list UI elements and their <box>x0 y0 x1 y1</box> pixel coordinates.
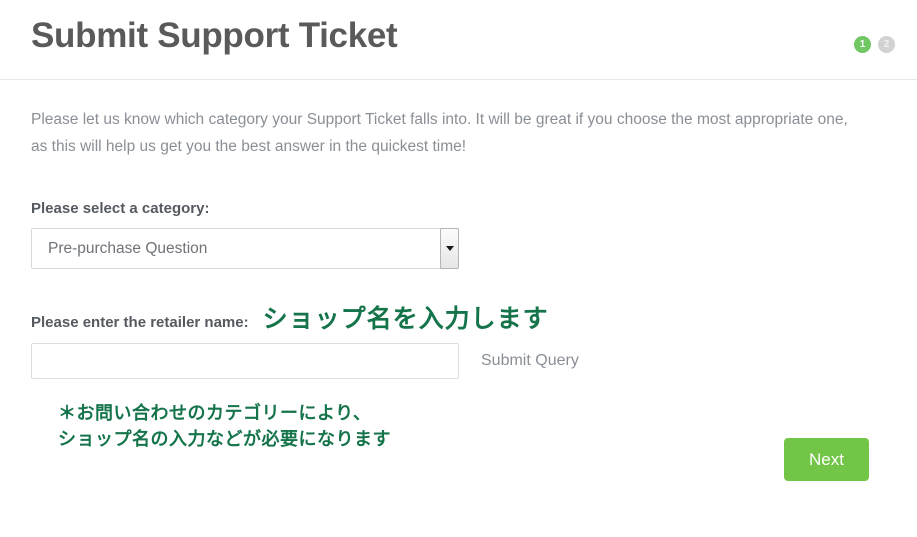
bottom-area: ＊お問い合わせのカテゴリーにより、 ショップ名の入力などが必要になります Nex… <box>31 401 886 481</box>
caret-glyph <box>445 246 454 251</box>
retailer-annotation: ショップ名を入力します <box>262 304 549 333</box>
retailer-label-row: Please enter the retailer name: ショップ名を入力… <box>31 306 886 331</box>
form-content: Please let us know which category your S… <box>0 80 917 481</box>
retailer-name-input[interactable] <box>31 343 459 379</box>
step-indicator-2[interactable]: 2 <box>878 36 895 53</box>
next-button[interactable]: Next <box>784 438 869 481</box>
retailer-label: Please enter the retailer name: <box>31 314 249 331</box>
step-indicator: 1 2 <box>854 36 895 53</box>
page-header: Submit Support Ticket 1 2 <box>0 0 917 80</box>
japanese-note: ＊お問い合わせのカテゴリーにより、 ショップ名の入力などが必要になります <box>58 401 391 453</box>
category-select-value: Pre-purchase Question <box>48 239 208 257</box>
category-select[interactable]: Pre-purchase Question <box>31 228 459 269</box>
japanese-note-line-2: ショップ名の入力などが必要になります <box>58 429 391 450</box>
japanese-note-line-1: ＊お問い合わせのカテゴリーにより、 <box>58 403 372 424</box>
submit-query-label[interactable]: Submit Query <box>481 352 579 370</box>
category-label: Please select a category: <box>31 200 210 217</box>
step-indicator-1-label: 1 <box>859 39 866 50</box>
step-indicator-1[interactable]: 1 <box>854 36 871 53</box>
retailer-input-row: Submit Query <box>31 343 886 379</box>
page-title: Submit Support Ticket <box>31 16 398 55</box>
step-indicator-2-label: 2 <box>883 39 890 50</box>
intro-paragraph: Please let us know which category your S… <box>31 111 848 155</box>
chevron-down-icon[interactable] <box>440 228 459 269</box>
